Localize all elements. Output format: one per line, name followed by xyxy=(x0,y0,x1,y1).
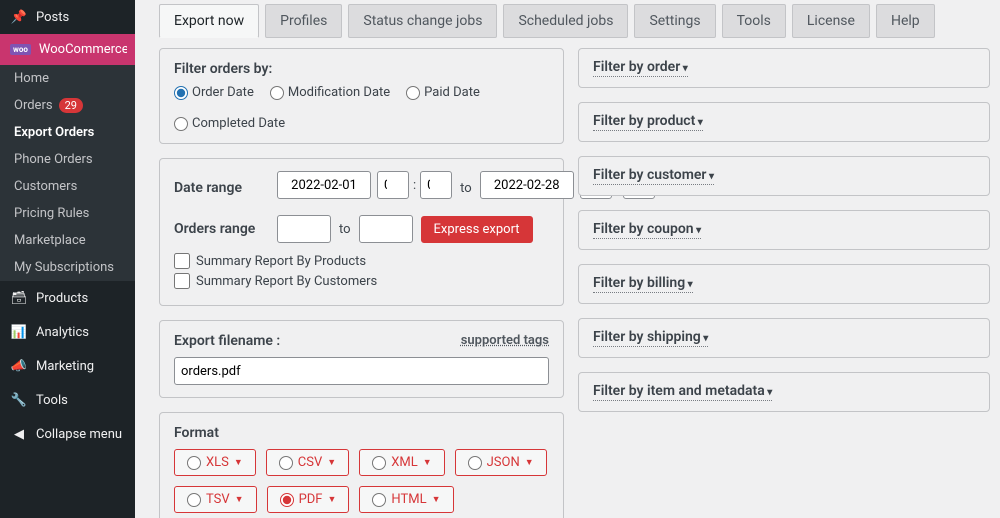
sidebar-item-products[interactable]: 🗃 Products xyxy=(0,281,135,315)
filter-by-order[interactable]: Filter by order xyxy=(578,48,990,88)
caret-icon: ▼ xyxy=(328,494,337,505)
filename-input[interactable] xyxy=(174,357,549,385)
radio-paid-date[interactable] xyxy=(406,86,420,100)
filter-title: Filter orders by: xyxy=(174,61,549,77)
filter-completed-date[interactable]: Completed Date xyxy=(174,116,285,131)
summary-products-checkbox[interactable] xyxy=(174,253,190,269)
sidebar-item-tools[interactable]: 🔧 Tools xyxy=(0,383,135,417)
wrench-icon: 🔧 xyxy=(10,391,28,409)
format-tsv[interactable]: TSV▼ xyxy=(174,486,257,513)
filename-card: Export filename : supported tags xyxy=(159,320,564,398)
marketing-label: Marketing xyxy=(36,359,94,374)
tab-export-now[interactable]: Export now xyxy=(159,4,259,38)
to-label-2: to xyxy=(339,222,351,237)
caret-icon: ▼ xyxy=(423,457,432,468)
filter-by-shipping[interactable]: Filter by shipping xyxy=(578,318,990,358)
filename-label: Export filename : xyxy=(174,333,280,349)
caret-icon: ▼ xyxy=(327,457,336,468)
filter-order-date[interactable]: Order Date xyxy=(174,85,254,100)
supported-tags-link[interactable]: supported tags xyxy=(461,333,549,348)
woo-label: WooCommerce xyxy=(39,42,129,57)
sidebar-item-analytics[interactable]: 📊 Analytics xyxy=(0,315,135,349)
tab-settings[interactable]: Settings xyxy=(634,4,715,38)
format-html[interactable]: HTML▼ xyxy=(359,486,453,513)
summary-customers-label: Summary Report By Customers xyxy=(196,274,377,289)
summary-products-label: Summary Report By Products xyxy=(196,254,366,269)
box-icon: 🗃 xyxy=(10,289,28,307)
tab-help[interactable]: Help xyxy=(876,4,935,38)
sidebar-collapse[interactable]: ◀ Collapse menu xyxy=(0,417,135,451)
filter-by-billing[interactable]: Filter by billing xyxy=(578,264,990,304)
format-label: Format xyxy=(174,425,549,441)
sidebar-sub-pricing-rules[interactable]: Pricing Rules xyxy=(0,200,135,227)
posts-label: Posts xyxy=(36,10,69,25)
chart-icon: 📊 xyxy=(10,323,28,341)
filter-by-customer[interactable]: Filter by customer xyxy=(578,156,990,196)
megaphone-icon: 📣 xyxy=(10,357,28,375)
woo-icon: woo xyxy=(10,44,31,55)
filter-by-item-metadata[interactable]: Filter by item and metadata xyxy=(578,372,990,412)
date-from-input[interactable] xyxy=(277,171,371,199)
format-csv[interactable]: CSV▼ xyxy=(266,449,349,476)
format-json[interactable]: JSON▼ xyxy=(455,449,547,476)
tab-license[interactable]: License xyxy=(792,4,870,38)
date-to-input[interactable] xyxy=(480,171,574,199)
analytics-label: Analytics xyxy=(36,325,89,340)
sidebar-sub-marketplace[interactable]: Marketplace xyxy=(0,227,135,254)
radio-completed-date[interactable] xyxy=(174,117,188,131)
caret-icon: ▼ xyxy=(525,457,534,468)
sidebar-sub-customers[interactable]: Customers xyxy=(0,173,135,200)
format-xml[interactable]: XML▼ xyxy=(359,449,444,476)
filter-paid-date[interactable]: Paid Date xyxy=(406,85,480,100)
format-card: Format XLS▼ CSV▼ XML▼ JSON▼ TSV▼ PDF▼ HT… xyxy=(159,412,564,518)
to-label: to xyxy=(460,181,472,196)
range-card: Date range : to xyxy=(159,158,564,306)
tab-bar: Export now Profiles Status change jobs S… xyxy=(145,0,990,48)
tab-profiles[interactable]: Profiles xyxy=(265,4,342,38)
express-export-button[interactable]: Express export xyxy=(421,216,533,243)
products-label: Products xyxy=(36,291,88,306)
collapse-label: Collapse menu xyxy=(36,427,122,442)
hour-from-input[interactable] xyxy=(377,171,409,199)
sidebar-item-woocommerce[interactable]: woo WooCommerce xyxy=(0,34,135,65)
orders-count-badge: 29 xyxy=(59,98,83,113)
filter-by-product[interactable]: Filter by product xyxy=(578,102,990,142)
sidebar-sub-home[interactable]: Home xyxy=(0,65,135,92)
summary-customers-checkbox[interactable] xyxy=(174,273,190,289)
sidebar-item-posts[interactable]: 📌 Posts xyxy=(0,0,135,34)
format-xls[interactable]: XLS▼ xyxy=(174,449,256,476)
tab-tools[interactable]: Tools xyxy=(722,4,786,38)
filter-mod-date[interactable]: Modification Date xyxy=(270,85,390,100)
orders-range-label: Orders range xyxy=(174,221,269,237)
sidebar-sub-export-orders[interactable]: Export Orders xyxy=(0,119,135,146)
caret-icon: ▼ xyxy=(234,457,243,468)
date-range-label: Date range xyxy=(174,180,269,196)
admin-sidebar: 📌 Posts woo WooCommerce Home Orders 29 E… xyxy=(0,0,135,518)
tools-label: Tools xyxy=(36,393,68,408)
tab-status-change[interactable]: Status change jobs xyxy=(348,4,497,38)
tab-scheduled[interactable]: Scheduled jobs xyxy=(503,4,628,38)
radio-order-date[interactable] xyxy=(174,86,188,100)
filter-orders-card: Filter orders by: Order Date Modificatio… xyxy=(159,48,564,144)
orders-to-input[interactable] xyxy=(359,215,413,243)
orders-label: Orders xyxy=(14,98,53,113)
orders-from-input[interactable] xyxy=(277,215,331,243)
sidebar-sub-phone-orders[interactable]: Phone Orders xyxy=(0,146,135,173)
format-pdf[interactable]: PDF▼ xyxy=(267,486,350,513)
sidebar-sub-orders[interactable]: Orders 29 xyxy=(0,92,135,119)
collapse-icon: ◀ xyxy=(10,425,28,443)
radio-mod-date[interactable] xyxy=(270,86,284,100)
pin-icon: 📌 xyxy=(10,8,28,26)
min-from-input[interactable] xyxy=(420,171,452,199)
sidebar-sub-subscriptions[interactable]: My Subscriptions xyxy=(0,254,135,281)
filter-by-coupon[interactable]: Filter by coupon xyxy=(578,210,990,250)
caret-icon: ▼ xyxy=(235,494,244,505)
caret-icon: ▼ xyxy=(432,494,441,505)
sidebar-item-marketing[interactable]: 📣 Marketing xyxy=(0,349,135,383)
main-content: Export now Profiles Status change jobs S… xyxy=(135,0,1000,518)
